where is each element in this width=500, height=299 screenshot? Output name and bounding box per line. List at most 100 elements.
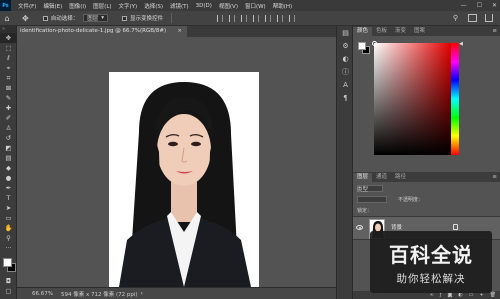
menu-filter[interactable]: 滤镜(T) — [170, 2, 189, 10]
shape-tool-icon[interactable]: ▭ — [0, 213, 17, 223]
menu-image[interactable]: 图像(I) — [69, 2, 86, 10]
align-top-icon[interactable] — [253, 14, 260, 22]
hue-pointer-icon[interactable]: ◀ — [459, 41, 463, 47]
character-icon[interactable]: A — [337, 78, 354, 91]
move-icon[interactable]: ✥ — [22, 14, 29, 23]
align-buttons — [217, 14, 296, 22]
share-icon[interactable] — [485, 14, 493, 22]
adjustments-icon[interactable]: ◐ — [337, 52, 354, 65]
lasso-tool-icon[interactable]: ℓ — [0, 53, 17, 63]
zoom-tool-icon[interactable]: ⚲ — [0, 233, 17, 243]
document-title: identification-photo-delicate-1.jpg @ 66… — [20, 28, 167, 34]
more-tools-icon[interactable]: ··· — [0, 243, 17, 253]
distribute-icon[interactable] — [289, 14, 296, 22]
eyedropper-tool-icon[interactable]: ✎ — [0, 93, 17, 103]
minimize-button[interactable]: — — [461, 2, 467, 9]
options-bar: ⌂ ✥ 自动选择： 图层 ▾ 显示变换控件 ⚲ — [0, 11, 500, 26]
align-center-icon[interactable] — [229, 14, 236, 22]
marquee-tool-icon[interactable]: ⬚ — [0, 43, 17, 53]
panel-menu-icon[interactable]: ≡ — [492, 27, 500, 36]
eraser-tool-icon[interactable]: ◩ — [0, 143, 17, 153]
saturation-field[interactable] — [374, 43, 451, 155]
photoshop-logo[interactable]: Ps — [0, 0, 11, 11]
dodge-tool-icon[interactable]: ● — [0, 173, 17, 183]
foreground-color[interactable] — [3, 258, 12, 267]
divider — [171, 13, 173, 23]
close-tab-icon[interactable]: × — [177, 26, 182, 37]
color-marker[interactable] — [372, 41, 377, 46]
delete-layer-icon[interactable]: 🗑 — [490, 292, 496, 298]
tab-patterns[interactable]: 图案 — [410, 27, 429, 36]
stamp-tool-icon[interactable]: ♙ — [0, 123, 17, 133]
canvas-area[interactable] — [17, 37, 336, 287]
tab-layers[interactable]: 图层 — [353, 173, 373, 182]
transform-checkbox[interactable] — [122, 15, 127, 21]
quick-mask-icon[interactable]: ◘ — [0, 276, 17, 286]
portrait-image — [109, 72, 259, 287]
hand-tool-icon[interactable]: ✋ — [0, 223, 17, 233]
pen-tool-icon[interactable]: ✒ — [0, 183, 17, 193]
watermark: 百科全说 助你轻松解决 — [370, 231, 492, 293]
history-brush-icon[interactable]: ↺ — [0, 133, 17, 143]
auto-select-label: 自动选择： — [50, 16, 79, 22]
auto-select-dropdown[interactable]: 图层 ▾ — [83, 14, 108, 22]
transform-label: 显示变换控件 — [130, 16, 164, 22]
opacity-label: 不透明度： — [398, 197, 424, 203]
align-bottom-icon[interactable] — [277, 14, 284, 22]
type-tool-icon[interactable]: T — [0, 193, 17, 203]
quick-select-tool-icon[interactable]: ⌖ — [0, 63, 17, 73]
paragraph-icon[interactable]: ¶ — [337, 91, 354, 104]
layers-menu-icon[interactable]: ≡ — [492, 173, 500, 182]
color-panel-tabs: 颜色 色板 渐变 图案 ≡ — [353, 26, 500, 36]
maximize-button[interactable]: ☐ — [477, 2, 482, 9]
gradient-tool-icon[interactable]: ▤ — [0, 153, 17, 163]
color-foreground[interactable] — [358, 42, 366, 50]
align-left-icon[interactable] — [217, 14, 224, 22]
crop-tool-icon[interactable]: ⌗ — [0, 73, 17, 83]
lock-label: 锁定： — [357, 208, 373, 214]
menu-view[interactable]: 视图(V) — [219, 2, 238, 10]
align-middle-icon[interactable] — [265, 14, 272, 22]
properties-icon[interactable]: ⚙ — [337, 39, 354, 52]
menu-window[interactable]: 窗口(W) — [245, 2, 266, 10]
zoom-level[interactable]: 66.67% — [32, 291, 53, 297]
move-tool-icon[interactable]: ✥ — [0, 33, 17, 43]
path-select-icon[interactable]: ➤ — [0, 203, 17, 213]
tab-paths[interactable]: 路径 — [391, 173, 410, 182]
menu-file[interactable]: 文件(F) — [18, 2, 36, 10]
align-right-icon[interactable] — [241, 14, 248, 22]
tab-color[interactable]: 颜色 — [353, 27, 373, 36]
auto-select-checkbox[interactable] — [42, 15, 48, 21]
status-menu-icon[interactable]: › — [141, 290, 143, 297]
document-info: 594 像素 x 712 像素 (72 ppi) — [60, 291, 138, 298]
healing-tool-icon[interactable]: ✚ — [0, 103, 17, 113]
workspace-icon[interactable] — [468, 14, 477, 22]
tab-channels[interactable]: 通道 — [372, 173, 391, 182]
tools-panel: » ✥ ⬚ ℓ ⌖ ⌗ ⊠ ✎ ✚ ✐ ♙ ↺ ◩ ▤ ◆ ● ✒ T ➤ ▭ … — [0, 26, 17, 299]
blend-mode-dropdown[interactable] — [357, 196, 387, 203]
hue-slider[interactable] — [451, 43, 459, 155]
menu-type[interactable]: 文字(Y) — [119, 2, 138, 10]
menu-layer[interactable]: 图层(L) — [93, 2, 111, 10]
frame-tool-icon[interactable]: ⊠ — [0, 83, 17, 93]
tab-gradients[interactable]: 渐变 — [391, 27, 410, 36]
document-photo[interactable] — [109, 72, 259, 287]
layer-filter-label: 类型 — [357, 187, 369, 193]
history-icon[interactable]: ▤ — [337, 26, 354, 39]
document-tab[interactable]: identification-photo-delicate-1.jpg @ 66… — [17, 26, 187, 37]
tab-swatches[interactable]: 色板 — [372, 27, 391, 36]
blur-tool-icon[interactable]: ◆ — [0, 163, 17, 173]
brush-tool-icon[interactable]: ✐ — [0, 113, 17, 123]
menu-select[interactable]: 选择(S) — [144, 2, 163, 10]
layers-panel-tabs: 图层 通道 路径 ≡ — [353, 172, 500, 182]
screen-mode-icon[interactable]: ▢ — [0, 286, 17, 296]
tools-collapse-icon[interactable]: » — [0, 26, 16, 33]
menu-edit[interactable]: 编辑(E) — [43, 2, 62, 10]
eye-icon[interactable] — [356, 225, 363, 230]
home-icon[interactable]: ⌂ — [0, 11, 14, 26]
menu-3d[interactable]: 3D(D) — [196, 3, 212, 9]
menu-help[interactable]: 帮助(H) — [273, 2, 292, 10]
info-icon[interactable]: ⓘ — [337, 65, 354, 78]
search-icon[interactable]: ⚲ — [453, 14, 458, 22]
close-button[interactable]: ✕ — [492, 2, 497, 9]
